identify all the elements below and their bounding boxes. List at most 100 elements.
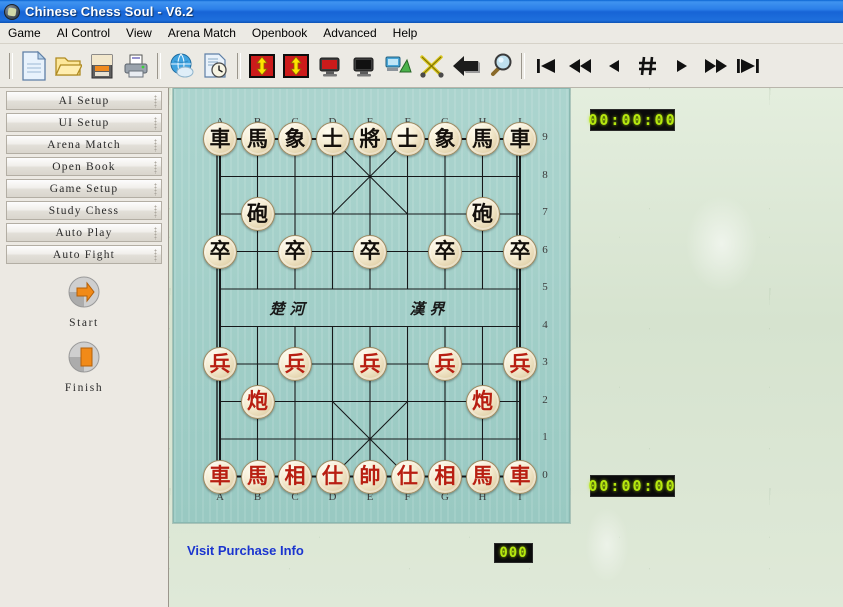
red-clock: 00:00:00	[588, 475, 677, 497]
swap-sides-button[interactable]	[279, 48, 313, 84]
sidebar-item-open-book[interactable]: Open Book	[6, 157, 162, 176]
board-rank-label-6: 6	[542, 243, 548, 256]
sidebar-item-ui-setup[interactable]: UI Setup	[6, 113, 162, 132]
board-piece[interactable]: 仕	[315, 459, 350, 494]
board-piece[interactable]: 兵	[278, 347, 312, 381]
red-monitor-icon	[316, 52, 344, 80]
black-clock: 00:00:00	[588, 109, 677, 131]
menu-item-openbook[interactable]: Openbook	[244, 24, 315, 42]
board-piece[interactable]: 車	[503, 459, 537, 494]
board-piece[interactable]: 卒	[353, 234, 387, 269]
red-flip-up-down-icon	[248, 52, 276, 80]
skip-first-icon	[533, 55, 559, 77]
grip-icon	[154, 161, 157, 174]
sidebar-item-auto-fight[interactable]: Auto Fight	[6, 245, 162, 264]
main-area: AI Setup UI Setup Arena Match Open Book …	[0, 88, 843, 607]
xiangqi-board[interactable]: AABBCCDDEEFFGGHHII9876543210楚河漢界車馬象士將士象馬…	[173, 88, 570, 523]
board-piece[interactable]: 砲	[240, 197, 275, 231]
board-piece[interactable]: 兵	[353, 347, 387, 381]
board-piece[interactable]: 象	[428, 122, 462, 156]
menu-item-arena-match[interactable]: Arena Match	[160, 24, 244, 42]
magnifier-icon	[486, 52, 514, 80]
board-piece[interactable]: 車	[503, 122, 537, 156]
previous-move-button[interactable]	[597, 48, 631, 84]
board-piece[interactable]: 卒	[503, 234, 537, 269]
grip-icon	[154, 205, 157, 218]
sidebar: AI Setup UI Setup Arena Match Open Book …	[0, 88, 169, 607]
last-move-button[interactable]	[733, 48, 767, 84]
fast-backward-button[interactable]	[563, 48, 597, 84]
black-engine-button[interactable]	[347, 48, 381, 84]
new-document-icon	[21, 50, 47, 81]
red-flip-up-down-2-icon	[282, 52, 310, 80]
rewind-icon	[566, 55, 594, 77]
first-move-button[interactable]	[529, 48, 563, 84]
menu-item-help[interactable]: Help	[385, 24, 426, 42]
finish-button[interactable]	[64, 339, 104, 379]
board-piece[interactable]: 相	[278, 459, 312, 494]
toolbar-separator	[9, 52, 13, 79]
board-piece[interactable]: 馬	[465, 459, 500, 494]
board-piece[interactable]: 帥	[353, 459, 387, 494]
network-computers-icon	[384, 52, 412, 80]
document-clock-icon	[202, 52, 230, 80]
window-title: Chinese Chess Soul - V6.2	[25, 4, 194, 19]
board-piece[interactable]: 兵	[203, 347, 237, 381]
board-piece[interactable]: 馬	[240, 459, 275, 494]
open-folder-button[interactable]	[51, 48, 85, 84]
board-piece[interactable]: 士	[390, 122, 425, 156]
board-piece[interactable]: 炮	[465, 384, 500, 419]
app-logo-icon	[4, 3, 20, 20]
start-label: Start	[69, 317, 99, 329]
board-piece[interactable]: 將	[353, 122, 387, 156]
timed-game-button[interactable]	[199, 48, 233, 84]
zoom-button[interactable]	[483, 48, 517, 84]
sidebar-item-game-setup[interactable]: Game Setup	[6, 179, 162, 198]
board-piece[interactable]: 相	[428, 459, 462, 494]
sidebar-label: UI Setup	[58, 116, 110, 129]
board-piece[interactable]: 車	[203, 122, 237, 156]
flip-board-button[interactable]	[245, 48, 279, 84]
sidebar-item-arena-match[interactable]: Arena Match	[6, 135, 162, 154]
print-button[interactable]	[119, 48, 153, 84]
purchase-info-link[interactable]: Visit Purchase Info	[187, 543, 304, 558]
red-engine-button[interactable]	[313, 48, 347, 84]
back-button[interactable]	[449, 48, 483, 84]
board-piece[interactable]: 仕	[390, 459, 425, 494]
sidebar-item-ai-setup[interactable]: AI Setup	[6, 91, 162, 110]
grip-icon	[154, 249, 157, 262]
sidebar-label: Arena Match	[47, 138, 121, 151]
move-counter: 000	[494, 543, 533, 563]
move-number-button[interactable]	[631, 48, 665, 84]
battle-button[interactable]	[415, 48, 449, 84]
fast-forward-button[interactable]	[699, 48, 733, 84]
network-button[interactable]	[381, 48, 415, 84]
river-text-han-jie: 漢界	[409, 302, 450, 318]
board-piece[interactable]: 兵	[428, 347, 462, 381]
board-piece[interactable]: 卒	[278, 234, 312, 269]
board-rank-label-7: 7	[542, 206, 548, 218]
board-piece[interactable]: 馬	[240, 122, 275, 156]
board-piece[interactable]: 卒	[428, 234, 462, 269]
board-piece[interactable]: 砲	[465, 197, 500, 231]
board-piece[interactable]: 車	[203, 459, 237, 494]
board-piece[interactable]: 兵	[503, 347, 537, 381]
menu-item-view[interactable]: View	[118, 24, 160, 42]
internet-button[interactable]	[165, 48, 199, 84]
menu-item-game[interactable]: Game	[0, 24, 49, 42]
back-arrow-icon	[451, 53, 481, 79]
menu-item-ai-control[interactable]: AI Control	[49, 24, 118, 42]
board-piece[interactable]: 象	[278, 122, 312, 156]
board-piece[interactable]: 卒	[203, 234, 237, 269]
start-button[interactable]	[64, 274, 104, 314]
menu-item-advanced[interactable]: Advanced	[315, 24, 384, 42]
sidebar-item-study-chess[interactable]: Study Chess	[6, 201, 162, 220]
new-document-button[interactable]	[17, 48, 51, 84]
grip-icon	[154, 95, 157, 108]
save-button[interactable]	[85, 48, 119, 84]
next-move-button[interactable]	[665, 48, 699, 84]
board-piece[interactable]: 炮	[240, 384, 275, 419]
board-piece[interactable]: 士	[315, 122, 350, 156]
board-piece[interactable]: 馬	[465, 122, 500, 156]
sidebar-item-auto-play[interactable]: Auto Play	[6, 223, 162, 242]
